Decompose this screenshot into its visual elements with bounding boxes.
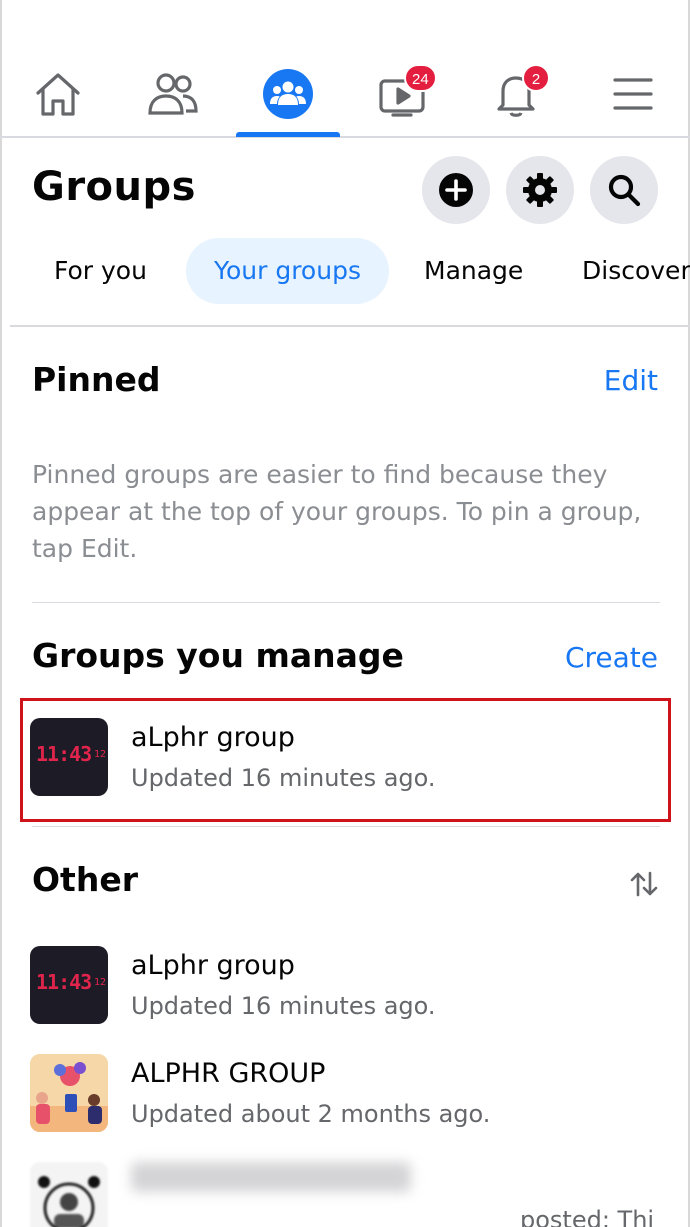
friends-icon: [148, 73, 198, 115]
home-icon: [36, 73, 80, 116]
pinned-section-title: Pinned: [32, 360, 161, 399]
nav-menu-button[interactable]: [603, 64, 663, 124]
group-avatar: 11:43 12: [30, 718, 108, 796]
create-group-button[interactable]: [422, 156, 490, 224]
nav-active-indicator: [236, 132, 340, 137]
pinned-divider: [32, 602, 660, 603]
tab-manage[interactable]: Manage: [424, 238, 523, 304]
nav-friends-button[interactable]: [143, 64, 203, 124]
group-name: aLphr group: [131, 722, 295, 753]
top-navigation-bar: 24 2: [0, 0, 690, 138]
edit-pinned-link[interactable]: Edit: [604, 364, 658, 397]
tab-for-you[interactable]: For you: [54, 238, 147, 304]
group-name: ALPHR GROUP: [131, 1058, 326, 1089]
groups-icon: [263, 69, 313, 119]
clock-display: 11:43: [36, 970, 92, 994]
tab-discover[interactable]: Discover: [582, 238, 690, 304]
sort-arrows-icon: [630, 871, 658, 897]
create-group-link[interactable]: Create: [565, 641, 658, 674]
managed-group-row[interactable]: 11:43 12 aLphr group Updated 16 minutes …: [0, 718, 690, 798]
blurred-group-meta: posted: Thi: [520, 1206, 655, 1227]
group-updated-text: Updated 16 minutes ago.: [131, 992, 436, 1020]
manage-divider: [32, 826, 660, 827]
plus-icon: [439, 173, 473, 207]
group-name: aLphr group: [131, 950, 295, 981]
group-updated-text: Updated 16 minutes ago.: [131, 764, 436, 792]
clock-display: 11:43: [36, 742, 92, 766]
pinned-description: Pinned groups are easier to find because…: [32, 460, 642, 563]
other-group-row[interactable]: 11:43 12 aLphr group Updated 16 minutes …: [0, 946, 690, 1026]
search-button[interactable]: [590, 156, 658, 224]
notifications-badge: 2: [522, 64, 550, 92]
other-section-title: Other: [32, 860, 138, 899]
nav-home-button[interactable]: [28, 64, 88, 124]
settings-button[interactable]: [506, 156, 574, 224]
nav-groups-button[interactable]: [258, 64, 318, 124]
group-avatar: [30, 1054, 108, 1132]
sort-button[interactable]: [626, 866, 662, 902]
clock-seconds: 12: [94, 749, 107, 760]
other-group-row[interactable]: ALPHR GROUP Updated about 2 months ago.: [0, 1054, 690, 1134]
clock-seconds: 12: [94, 977, 107, 988]
group-avatar: 11:43 12: [30, 946, 108, 1024]
menu-icon: [613, 78, 653, 110]
frame-edge-left: [0, 0, 2, 1227]
search-icon: [608, 174, 641, 207]
blurred-group-name: [131, 1162, 411, 1192]
group-updated-text: Updated about 2 months ago.: [131, 1100, 491, 1128]
groups-tabs: For you Your groups Manage Discover: [0, 238, 690, 306]
watch-badge: 24: [404, 64, 437, 92]
manage-section-title: Groups you manage: [32, 636, 404, 675]
page-title: Groups: [32, 164, 196, 210]
gear-icon: [523, 173, 557, 207]
tabs-divider: [10, 325, 690, 327]
group-avatar: [30, 1162, 108, 1227]
tab-your-groups[interactable]: Your groups: [186, 238, 389, 304]
